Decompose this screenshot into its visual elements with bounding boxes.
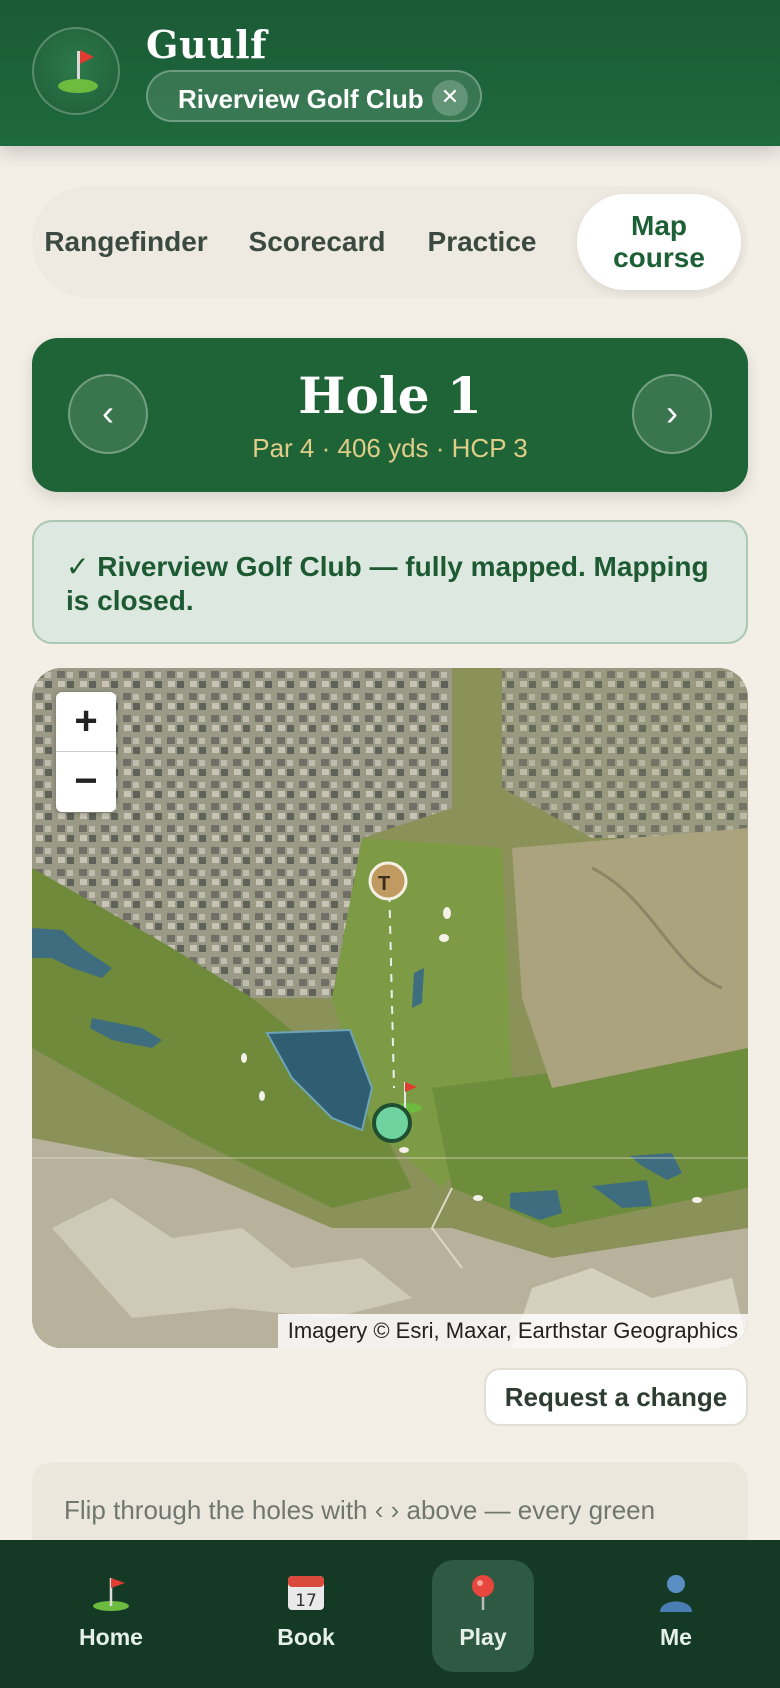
tab-practice[interactable]: Practice bbox=[417, 186, 547, 298]
zoom-control: + − bbox=[56, 692, 116, 812]
nav-me-label: Me bbox=[660, 1624, 692, 1650]
nav-me[interactable]: Me bbox=[616, 1560, 736, 1672]
nav-home[interactable]: Home bbox=[51, 1560, 171, 1672]
nav-play-label: Play bbox=[459, 1624, 507, 1650]
tab-bar: Rangefinder Scorecard Practice Map cours… bbox=[32, 186, 748, 298]
next-hole-button[interactable]: › bbox=[632, 374, 712, 454]
green-marker[interactable] bbox=[372, 1103, 412, 1143]
calendar-icon: 17 bbox=[288, 1576, 324, 1611]
map-attribution: Imagery © Esri, Maxar, Earthstar Geograp… bbox=[277, 1314, 748, 1348]
golf-flag-icon[interactable] bbox=[32, 27, 120, 115]
club-chip-label: Riverview Golf Club bbox=[178, 84, 424, 114]
map-pin-icon bbox=[472, 1575, 494, 1610]
golf-flag-icon bbox=[93, 1578, 129, 1611]
hole-card: ‹ Hole 1 Par 4 · 406 yds · HCP 3 › bbox=[32, 338, 748, 492]
hint-text: Flip through the holes with ‹ › above — … bbox=[64, 1495, 656, 1525]
nav-home-label: Home bbox=[79, 1624, 143, 1650]
course-map[interactable]: T + − Imagery © Esri, Maxar, Earthstar G… bbox=[32, 668, 748, 1348]
tab-map-course[interactable]: Map course bbox=[577, 194, 741, 290]
nav-play[interactable]: Play bbox=[432, 1560, 534, 1672]
tee-marker-label: T bbox=[378, 873, 390, 895]
tab-scorecard[interactable]: Scorecard bbox=[242, 186, 392, 298]
mapping-status-banner: ✓ Riverview Golf Club — fully mapped. Ma… bbox=[32, 520, 748, 644]
app-name: Guulf bbox=[146, 22, 267, 67]
app-header: Guulf Riverview Golf Club ✕ bbox=[0, 0, 780, 146]
svg-text:17: 17 bbox=[295, 1591, 317, 1611]
person-icon bbox=[660, 1575, 692, 1612]
tab-rangefinder[interactable]: Rangefinder bbox=[44, 186, 207, 298]
request-change-button[interactable]: Request a change bbox=[484, 1368, 748, 1426]
nav-book[interactable]: 17 Book bbox=[246, 1560, 366, 1672]
zoom-out-button[interactable]: − bbox=[56, 752, 116, 812]
satellite-imagery: T bbox=[32, 668, 748, 1348]
mapping-status-text: ✓ Riverview Golf Club — fully mapped. Ma… bbox=[66, 551, 709, 616]
zoom-in-button[interactable]: + bbox=[56, 692, 116, 752]
bottom-nav: Home 17 Book Play Me bbox=[0, 1540, 780, 1688]
nav-book-label: Book bbox=[277, 1624, 335, 1650]
club-chip[interactable]: Riverview Golf Club ✕ bbox=[146, 70, 482, 122]
close-icon[interactable]: ✕ bbox=[432, 80, 468, 116]
